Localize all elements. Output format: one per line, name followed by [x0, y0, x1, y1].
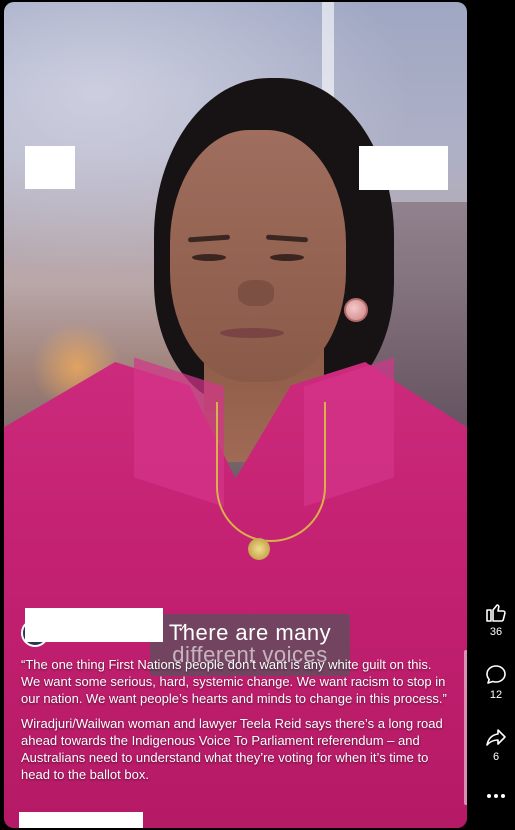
redaction-right	[359, 146, 448, 190]
share-button[interactable]: 6	[476, 725, 515, 763]
comment-button[interactable]: 12	[476, 663, 515, 701]
subject-face	[170, 130, 346, 382]
more-horizontal-icon	[487, 794, 505, 798]
subject-eye-left	[192, 254, 226, 261]
subject-nose	[238, 280, 274, 306]
subject-necklace	[216, 402, 326, 542]
post-paragraph-1: “The one thing First Nations people don’…	[21, 657, 447, 706]
like-count: 36	[489, 626, 503, 638]
comment-count: 12	[489, 689, 503, 701]
share-arrow-icon	[486, 729, 506, 746]
thumbs-up-icon	[486, 604, 506, 622]
comment-bubble-icon	[486, 665, 506, 684]
subject-brow-left	[187, 234, 231, 243]
more-options-button[interactable]	[476, 790, 515, 802]
subject-eye-right	[270, 254, 304, 261]
post-paragraph-2: Wiradjuri/Wailwan woman and lawyer Teela…	[21, 716, 443, 782]
verified-icon: ✓	[177, 620, 189, 635]
action-rail: 36 12 6	[476, 0, 515, 830]
share-count: 6	[492, 751, 500, 763]
subject-pendant	[248, 538, 270, 560]
subject-mouth	[220, 328, 284, 338]
video-player[interactable]: There are many different voices ✓ “The o…	[4, 2, 467, 828]
redaction-left	[25, 146, 75, 189]
bottom-redaction	[19, 812, 143, 828]
subject-earring	[344, 298, 368, 322]
description-scrollbar[interactable]	[464, 650, 467, 805]
author-name-redaction	[25, 608, 163, 642]
subject-brow-right	[265, 234, 309, 243]
like-button[interactable]: 36	[476, 600, 515, 638]
post-description: “The one thing First Nations people don’…	[21, 656, 453, 791]
